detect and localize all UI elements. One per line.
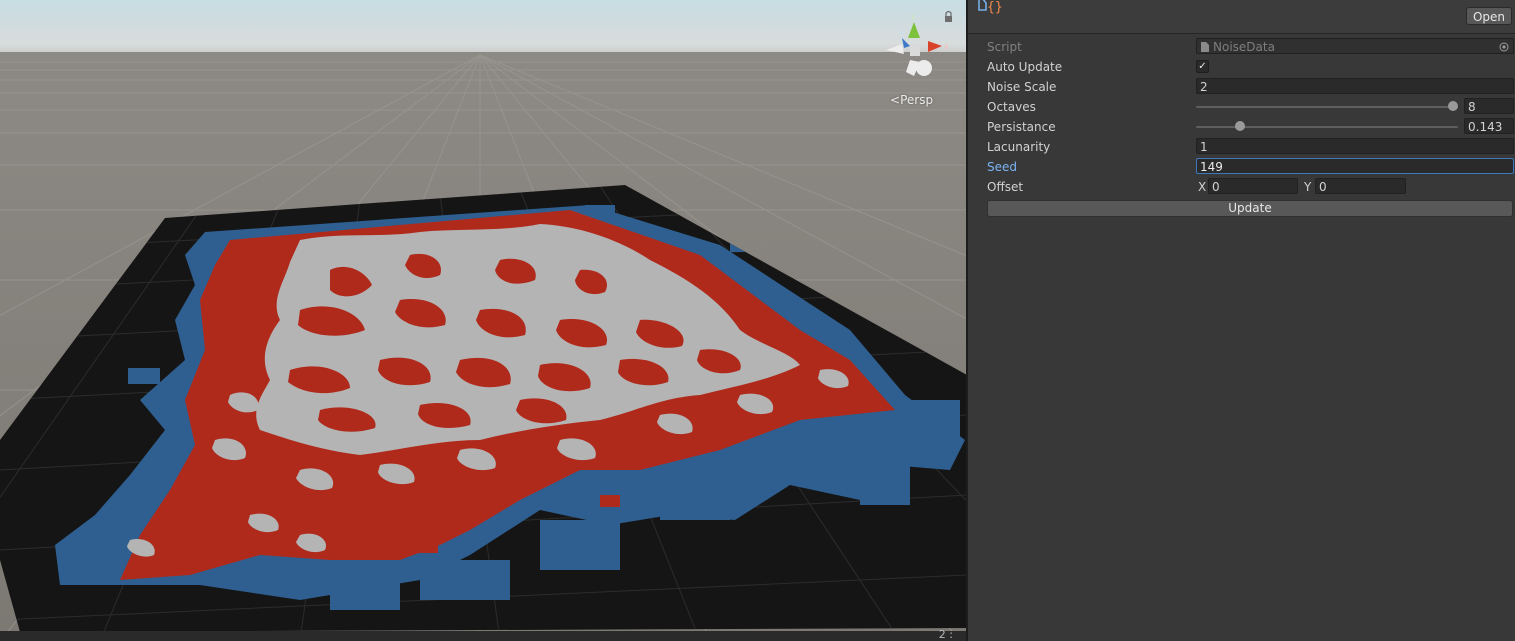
offset-x-input[interactable]: 0 <box>1208 178 1298 194</box>
svg-text:{}: {} <box>987 0 1003 15</box>
scene-status-text: 2 : <box>938 628 953 641</box>
lock-icon[interactable] <box>945 10 952 23</box>
script-type-icon: {} <box>978 0 1003 15</box>
script-value: NoiseData <box>1213 40 1275 54</box>
offset-label: Offset <box>987 180 1024 194</box>
sky <box>0 0 967 58</box>
noise-scale-label: Noise Scale <box>987 80 1057 94</box>
script-field[interactable]: NoiseData <box>1196 38 1514 54</box>
scene-status-bar: 2 : <box>0 628 967 641</box>
noise-scale-row: Noise Scale 2 <box>987 78 1514 96</box>
seed-row: Seed 149 <box>987 158 1514 176</box>
persistance-slider-thumb[interactable] <box>1235 121 1246 131</box>
offset-row: Offset X 0 Y 0 <box>987 178 1514 196</box>
gizmo-y-axis[interactable]: y <box>908 12 920 38</box>
octaves-row: Octaves 8 <box>987 98 1514 116</box>
offset-y-label: Y <box>1304 180 1312 194</box>
persp-toggle[interactable]: <Persp <box>890 93 933 107</box>
check-icon: ✓ <box>1198 61 1207 72</box>
gizmo-neutral-cones[interactable] <box>886 44 932 76</box>
update-button[interactable]: Update <box>987 200 1513 217</box>
gizmo-x-axis[interactable]: x <box>928 41 949 52</box>
offset-y-input[interactable]: 0 <box>1315 178 1406 194</box>
seed-label: Seed <box>987 160 1017 174</box>
svg-text:x: x <box>944 42 949 51</box>
object-picker-icon[interactable] <box>1499 42 1509 52</box>
scene-viewport[interactable] <box>0 0 967 641</box>
octaves-label: Octaves <box>987 100 1036 114</box>
auto-update-checkbox[interactable]: ✓ <box>1196 60 1209 73</box>
octaves-input[interactable]: 8 <box>1464 98 1514 114</box>
lacunarity-row: Lacunarity 1 <box>987 138 1514 156</box>
octaves-slider-track[interactable] <box>1196 106 1458 108</box>
script-label: Script <box>987 40 1022 54</box>
auto-update-row: Auto Update ✓ <box>987 58 1514 76</box>
offset-x-label: X <box>1198 180 1207 194</box>
orientation-gizmo[interactable]: y x z <box>880 10 960 85</box>
script-file-icon <box>1201 42 1209 52</box>
inspector-panel: {} Open Script NoiseData Auto Update ✓ N… <box>968 0 1515 641</box>
persp-icon: < <box>890 93 901 107</box>
scene-view[interactable]: y x z <Persp 2 : <box>0 0 967 641</box>
persistance-row: Persistance 0.143 <box>987 118 1514 136</box>
svg-text:y: y <box>911 12 916 21</box>
persistance-input[interactable]: 0.143 <box>1464 118 1514 134</box>
persistance-label: Persistance <box>987 120 1056 134</box>
auto-update-label: Auto Update <box>987 60 1063 74</box>
octaves-slider-thumb[interactable] <box>1448 101 1458 111</box>
svg-text:z: z <box>900 29 904 38</box>
script-row: Script NoiseData <box>987 38 1514 56</box>
noise-scale-input[interactable]: 2 <box>1196 78 1514 94</box>
lacunarity-label: Lacunarity <box>987 140 1051 154</box>
view-mode-label: Persp <box>900 93 934 107</box>
open-button[interactable]: Open <box>1465 7 1512 25</box>
lacunarity-input[interactable]: 1 <box>1196 138 1514 154</box>
inspector-header: {} Open <box>968 0 1515 34</box>
seed-input[interactable]: 149 <box>1196 158 1514 174</box>
